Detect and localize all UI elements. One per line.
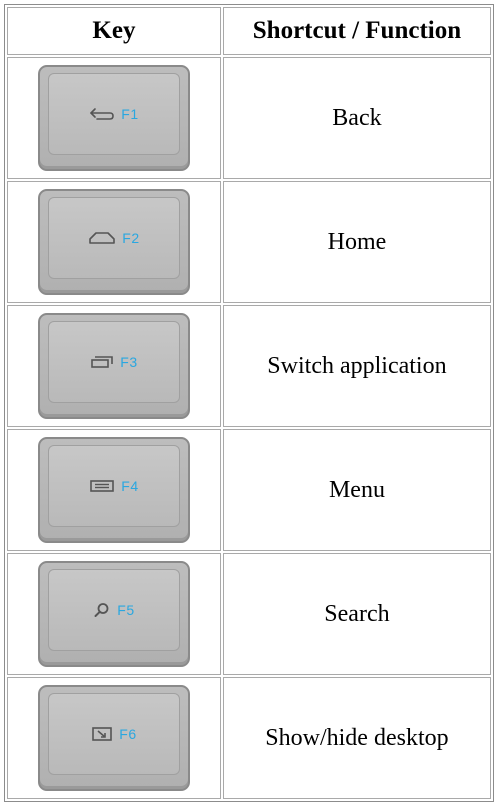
key-label: F6 [119,726,137,742]
function-cell: Back [222,57,491,179]
search-icon [93,602,111,618]
table-row: F3 Switch application [7,305,491,427]
home-icon [88,231,116,245]
back-arrow-icon [89,107,115,121]
f1-key-image: F1 [37,65,190,171]
switch-app-icon [90,355,114,369]
function-cell: Switch application [222,305,491,427]
key-cell: F3 [7,305,221,427]
f6-key-image: F6 [37,685,190,791]
table-row: F1 Back [7,57,491,179]
key-label: F5 [117,602,135,618]
function-cell: Home [222,181,491,303]
table-row: F6 Show/hide desktop [7,677,491,799]
f5-key-image: F5 [37,561,190,667]
desktop-icon [91,726,113,742]
function-cell: Search [222,553,491,675]
key-label: F2 [122,230,140,246]
function-cell: Show/hide desktop [222,677,491,799]
f2-key-image: F2 [37,189,190,295]
key-cell: F6 [7,677,221,799]
header-key: Key [7,7,221,55]
key-label: F3 [120,354,138,370]
table-row: F4 Menu [7,429,491,551]
table-row: F5 Search [7,553,491,675]
key-cell: F1 [7,57,221,179]
f3-key-image: F3 [37,313,190,419]
key-label: F4 [121,478,139,494]
header-function: Shortcut / Function [222,7,491,55]
key-label: F1 [121,106,139,122]
shortcut-table: Key Shortcut / Function F1 Back F2 Home … [4,4,494,802]
header-row: Key Shortcut / Function [7,7,491,55]
function-cell: Menu [222,429,491,551]
key-cell: F5 [7,553,221,675]
menu-icon [89,479,115,493]
key-cell: F2 [7,181,221,303]
f4-key-image: F4 [37,437,190,543]
table-row: F2 Home [7,181,491,303]
key-cell: F4 [7,429,221,551]
